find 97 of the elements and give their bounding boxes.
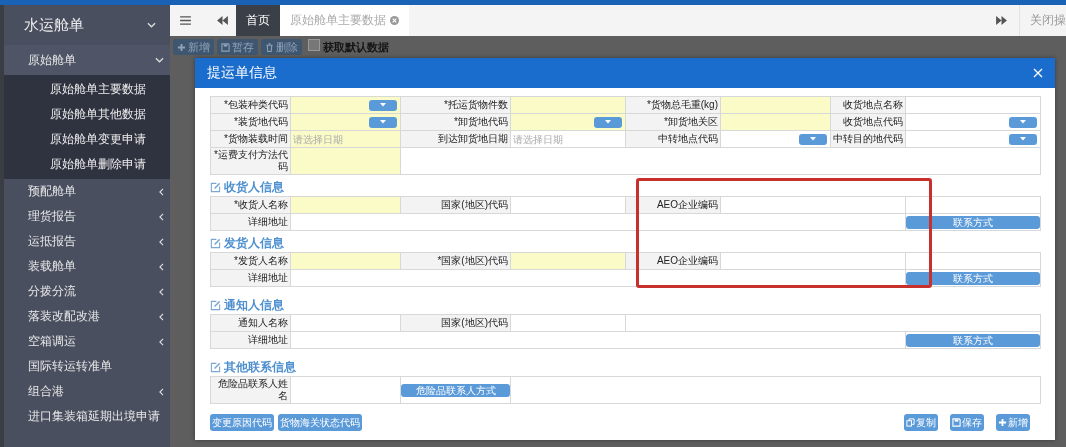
submenu-item[interactable]: 原始舱单主要数据 — [4, 77, 170, 102]
previous-icon[interactable] — [217, 16, 228, 25]
chevron-left-icon — [159, 237, 164, 246]
sidebar-item[interactable]: 理货报告 — [4, 204, 170, 229]
field-label: 收货地点名称 — [831, 97, 906, 114]
menu-icon[interactable] — [180, 16, 191, 25]
sidebar-item[interactable]: 组合港 — [4, 379, 170, 404]
field-label: *收货人名称 — [211, 197, 291, 214]
field-label: 国家(地区)代码 — [401, 197, 511, 214]
sidebar-item[interactable]: 进口集装箱延期出境申请 — [4, 404, 170, 429]
sidebar-item[interactable]: 装载舱单 — [4, 254, 170, 279]
edit-icon — [210, 238, 221, 249]
trash-icon — [265, 42, 274, 52]
sidebar-item[interactable]: 空箱调运 — [4, 329, 170, 354]
sidebar-item[interactable]: 落装改配改港 — [4, 304, 170, 329]
sidebar-item[interactable]: 预配舱单 — [4, 179, 170, 204]
chevron-down-icon — [155, 57, 164, 63]
input-field[interactable] — [291, 253, 400, 269]
caret-icon — [1020, 137, 1026, 141]
field-label: *货物总毛重(kg) — [626, 97, 721, 114]
submenu-item[interactable]: 原始舱单其他数据 — [4, 102, 170, 127]
input-field[interactable] — [291, 197, 400, 213]
field-label: 详细地址 — [211, 270, 291, 287]
close-icon[interactable] — [1033, 68, 1043, 78]
save-icon — [221, 42, 230, 52]
section-title: 通知人信息 — [224, 297, 284, 314]
field-label: *发货人名称 — [211, 253, 291, 270]
field-label: *货物装载时间 — [211, 131, 291, 148]
sidebar-item[interactable]: 国际转运转准单 — [4, 354, 170, 379]
close-icon[interactable] — [390, 16, 399, 25]
dropdown-button[interactable] — [799, 133, 827, 145]
input-field[interactable] — [511, 97, 625, 113]
chevron-left-icon — [159, 337, 164, 346]
field-label: 通知人名称 — [211, 315, 291, 332]
field-label: 国家(地区)代码 — [401, 315, 511, 332]
dropdown-button[interactable] — [1009, 133, 1037, 145]
field-label: *运费支付方法代码 — [211, 148, 291, 175]
field-label: 中转地点代码 — [626, 131, 721, 148]
dropdown-button[interactable] — [369, 99, 397, 111]
section-title: 收货人信息 — [224, 179, 284, 196]
section-title: 发货人信息 — [224, 235, 284, 252]
caret-icon — [380, 103, 386, 107]
save-icon — [952, 418, 961, 427]
field-label: AEO企业编码 — [626, 253, 721, 270]
sidebar-item[interactable]: 分拨分流 — [4, 279, 170, 304]
field-label: *装货地代码 — [211, 114, 291, 131]
chevron-left-icon — [159, 312, 164, 321]
submenu-item[interactable]: 原始舱单变更申请 — [4, 127, 170, 152]
plus-icon — [998, 418, 1007, 427]
field-label: *卸货地代码 — [401, 114, 511, 131]
dialog-title: 提运单信息 — [207, 64, 277, 82]
section-title: 其他联系信息 — [224, 359, 296, 376]
select-field[interactable] — [291, 97, 400, 113]
sidebar-item[interactable]: 运抵报告 — [4, 229, 170, 254]
chevron-down-icon — [147, 22, 156, 28]
field-label: 到达卸货地日期 — [401, 131, 511, 148]
next-icon[interactable] — [996, 16, 1007, 25]
dropdown-button[interactable] — [1009, 116, 1037, 128]
field-label: *卸货地关区 — [626, 114, 721, 131]
tab[interactable]: 首页 — [236, 5, 280, 36]
plus-icon — [177, 42, 186, 52]
field-label: 中转目的地代码 — [831, 131, 906, 148]
field-label: AEO企业编码 — [626, 197, 721, 214]
date-field[interactable]: 请选择日期 — [291, 131, 400, 147]
field-label: 详细地址 — [211, 332, 291, 349]
dropdown-button[interactable] — [594, 116, 622, 128]
field-label: *托运货物件数 — [401, 97, 511, 114]
field-label: 收货地点代码 — [831, 114, 906, 131]
submenu-item[interactable]: 原始舱单删除申请 — [4, 152, 170, 177]
checkbox[interactable] — [308, 39, 320, 51]
field-label: *国家(地区)代码 — [401, 253, 511, 270]
field-label: 危险品联系人姓名 — [211, 377, 291, 404]
copy-icon — [906, 418, 915, 427]
field-label: *包装种类代码 — [211, 97, 291, 114]
caret-icon — [380, 120, 386, 124]
sidebar-item[interactable]: 原始舱单 — [4, 45, 170, 75]
input-field[interactable] — [291, 148, 400, 174]
field-label: 详细地址 — [211, 214, 291, 231]
checkbox-label: 获取默认数据 — [323, 39, 389, 55]
chevron-left-icon — [159, 262, 164, 271]
edit-icon — [210, 362, 221, 373]
caret-icon — [810, 137, 816, 141]
edit-icon — [210, 182, 221, 193]
input-field[interactable] — [511, 253, 625, 269]
edit-icon — [210, 300, 221, 311]
caret-icon — [1020, 120, 1026, 124]
select-field[interactable] — [291, 114, 400, 130]
input-field[interactable] — [721, 97, 830, 113]
chevron-left-icon — [159, 387, 164, 396]
caret-icon — [605, 120, 611, 124]
dropdown-button[interactable] — [369, 116, 397, 128]
input-field[interactable] — [721, 114, 830, 130]
sidebar-title[interactable]: 水运舱单 — [24, 15, 84, 35]
chevron-left-icon — [159, 287, 164, 296]
select-field[interactable] — [511, 114, 625, 130]
chevron-left-icon — [159, 187, 164, 196]
chevron-left-icon — [159, 212, 164, 221]
